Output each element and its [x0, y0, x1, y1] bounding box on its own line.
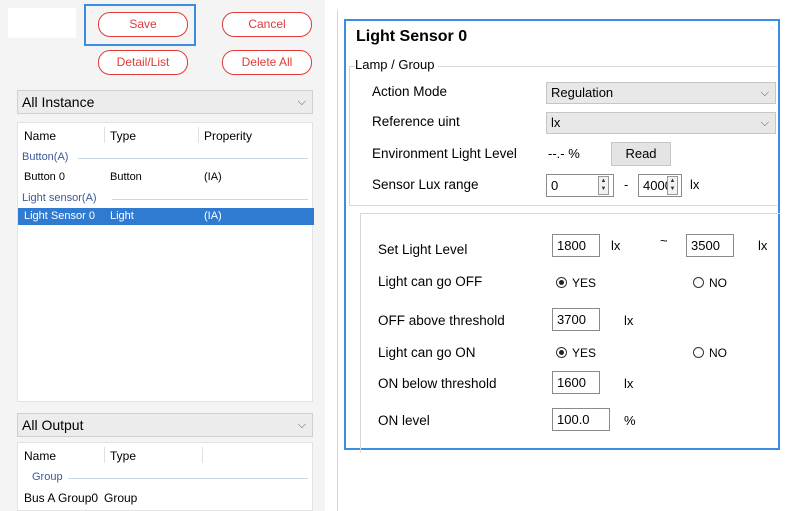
row-name: Bus A Group0	[24, 491, 99, 505]
spin-down-icon[interactable]: ▼	[668, 185, 677, 193]
row-name: Light Sensor 0	[24, 210, 95, 222]
sensor-range-min-stepper[interactable]: ▲ ▼	[598, 176, 609, 195]
list-item-selected[interactable]: Light Sensor 0 Light (IA)	[18, 208, 314, 225]
output-list: Name Type Group Bus A Group0 Group	[17, 442, 313, 511]
set-light-tilde: ~	[660, 233, 668, 248]
group-separator	[68, 478, 308, 479]
column-header-property[interactable]: Properity	[204, 129, 252, 143]
off-threshold-label: OFF above threshold	[378, 313, 505, 328]
can-on-label: Light can go ON	[378, 345, 476, 360]
row-property: (IA)	[204, 171, 222, 183]
can-on-no-radio[interactable]	[693, 347, 704, 358]
on-level-unit: %	[624, 413, 636, 428]
output-filter-value: All Output	[22, 417, 84, 433]
column-header-type[interactable]: Type	[110, 449, 136, 463]
read-button[interactable]: Read	[611, 142, 671, 166]
row-property: (IA)	[204, 210, 222, 222]
column-divider	[104, 447, 105, 463]
row-name: Button 0	[24, 171, 65, 183]
set-light-unit-1: lx	[611, 238, 621, 253]
group-separator	[78, 158, 308, 159]
set-light-max-input[interactable]: 3500	[686, 234, 734, 257]
action-mode-select[interactable]: Regulation ⌵	[546, 82, 776, 104]
page-title: Light Sensor 0	[356, 28, 468, 45]
can-off-label: Light can go OFF	[378, 274, 483, 289]
spin-up-icon[interactable]: ▲	[599, 177, 608, 185]
group-separator	[112, 199, 308, 200]
column-header-type[interactable]: Type	[110, 129, 136, 143]
can-off-no-radio[interactable]	[693, 277, 704, 288]
can-off-no-label: NO	[709, 276, 727, 290]
row-type: Button	[110, 171, 142, 183]
instance-filter-select[interactable]: All Instance ⌵	[17, 90, 313, 114]
detail-list-button[interactable]: Detail/List	[98, 50, 188, 75]
column-divider	[202, 447, 203, 463]
spin-down-icon[interactable]: ▼	[599, 185, 608, 193]
row-type: Group	[104, 491, 138, 505]
groupbox-label: Lamp / Group	[355, 57, 438, 72]
reference-unit-select[interactable]: lx ⌵	[546, 112, 776, 134]
instance-filter-value: All Instance	[22, 94, 95, 110]
env-light-label: Environment Light Level	[372, 146, 517, 161]
can-on-no-label: NO	[709, 346, 727, 360]
spin-up-icon[interactable]: ▲	[668, 177, 677, 185]
row-type: Light	[110, 210, 134, 222]
column-divider	[198, 127, 199, 143]
on-level-label: ON level	[378, 413, 430, 428]
can-off-yes-label: YES	[572, 276, 597, 290]
instance-list: Name Type Properity Button(A) Button 0 B…	[17, 122, 314, 402]
column-header-name[interactable]: Name	[24, 129, 56, 143]
can-on-yes-radio[interactable]	[556, 347, 567, 358]
on-level-input[interactable]: 100.0	[552, 408, 610, 431]
action-mode-label: Action Mode	[372, 84, 448, 99]
set-light-label: Set Light Level	[378, 242, 468, 257]
chevron-down-icon: ⌵	[760, 87, 769, 99]
on-threshold-input[interactable]: 1600	[552, 371, 600, 394]
output-filter-select[interactable]: All Output ⌵	[17, 413, 313, 437]
can-on-yes-label: YES	[572, 346, 597, 360]
on-threshold-unit: lx	[624, 376, 634, 391]
save-button[interactable]: Save	[98, 12, 188, 37]
column-header-name[interactable]: Name	[24, 449, 56, 463]
chevron-down-icon: ⌵	[297, 96, 306, 108]
action-mode-value: Regulation	[551, 85, 614, 100]
group-label-group: Group	[32, 471, 63, 483]
off-threshold-unit: lx	[624, 313, 634, 328]
chevron-down-icon: ⌵	[760, 117, 769, 129]
sensor-range-label: Sensor Lux range	[372, 177, 479, 192]
off-threshold-input[interactable]: 3700	[552, 308, 600, 331]
chevron-down-icon: ⌵	[297, 419, 306, 431]
set-light-unit-2: lx	[758, 238, 768, 253]
can-off-yes-radio[interactable]	[556, 277, 567, 288]
cancel-button[interactable]: Cancel	[222, 12, 312, 37]
sensor-range-max-stepper[interactable]: ▲ ▼	[667, 176, 678, 195]
sensor-range-unit: lx	[690, 177, 700, 192]
on-threshold-label: ON below threshold	[378, 376, 497, 391]
group-label-light-sensor: Light sensor(A)	[22, 192, 97, 204]
left-top-blank	[8, 8, 76, 38]
reference-unit-label: Reference uint	[372, 114, 460, 129]
range-dash: -	[624, 177, 629, 192]
env-light-value: --.- %	[548, 146, 580, 161]
set-light-min-input[interactable]: 1800	[552, 234, 600, 257]
reference-unit-value: lx	[551, 115, 561, 130]
group-label-button: Button(A)	[22, 151, 69, 163]
column-divider	[104, 127, 105, 143]
delete-all-button[interactable]: Delete All	[222, 50, 312, 75]
